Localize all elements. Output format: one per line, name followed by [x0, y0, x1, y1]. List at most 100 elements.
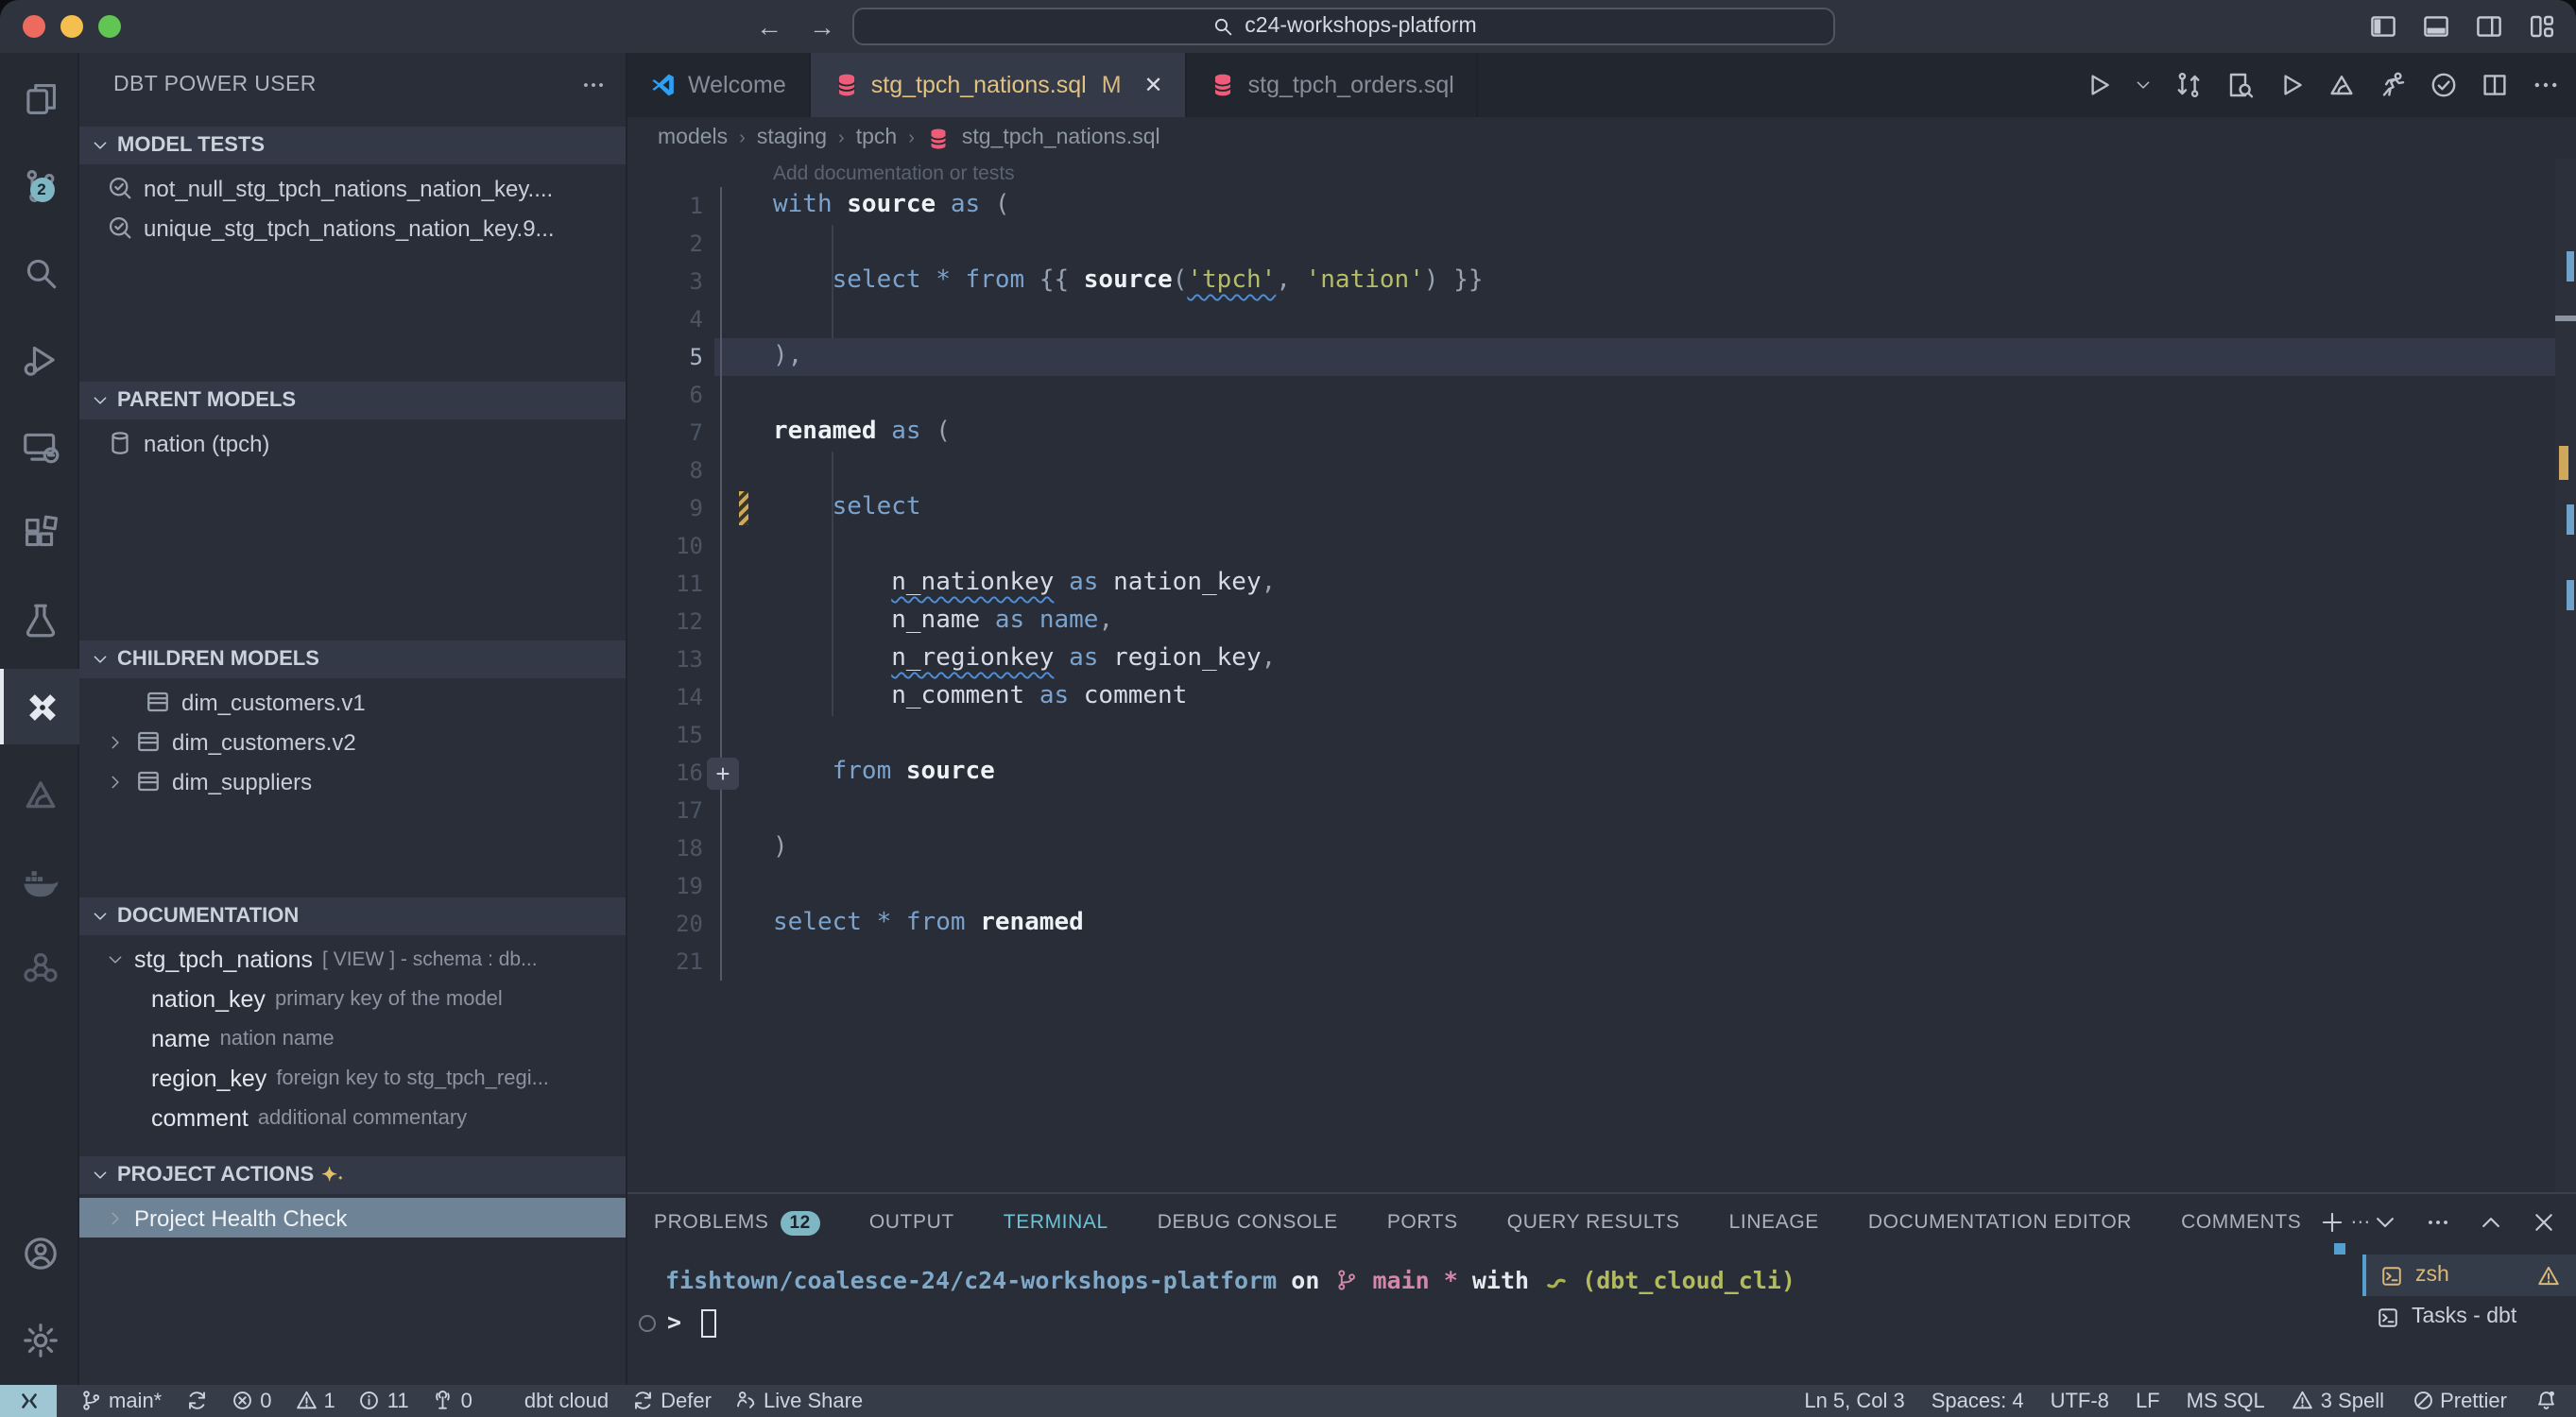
doc-field-row[interactable]: nation_keyprimary key of the model — [79, 979, 626, 1018]
code-line[interactable]: 1with source as ( — [627, 187, 2576, 225]
panel-drag-handle[interactable] — [2334, 1243, 2345, 1255]
code-line[interactable]: 2 — [627, 225, 2576, 263]
minimize-window-button[interactable] — [60, 15, 83, 38]
file-search-icon[interactable] — [2224, 70, 2255, 100]
chevron-down-icon[interactable] — [2372, 1209, 2398, 1236]
status-indentation[interactable]: Spaces: 4 — [1932, 1390, 2024, 1412]
code-line[interactable]: 20select * from renamed — [627, 905, 2576, 943]
panel-tab-ports[interactable]: PORTS — [1387, 1211, 1458, 1234]
sidebar-item-dim-customers-v1[interactable]: dim_customers.v1 — [79, 682, 626, 722]
sidebar-more-actions-icon[interactable] — [580, 72, 607, 98]
activity-item-project-manager[interactable] — [0, 930, 79, 1005]
sidebar-item-dim-suppliers[interactable]: dim_suppliers — [79, 761, 626, 801]
code-line[interactable]: 12 n_name as name, — [627, 603, 2576, 640]
split-editor-icon[interactable] — [2480, 70, 2510, 100]
terminal-prompt[interactable]: > — [665, 1304, 1795, 1341]
activity-item-source-control[interactable]: 2 — [0, 147, 79, 223]
zoom-window-button[interactable] — [98, 15, 121, 38]
ellipsis-icon[interactable] — [2425, 1209, 2451, 1236]
doc-field-row[interactable]: commentadditional commentary — [79, 1098, 626, 1137]
code-line[interactable]: 7renamed as ( — [627, 414, 2576, 452]
status-branch[interactable]: main* — [79, 1390, 162, 1413]
code-line[interactable]: 13 n_regionkey as region_key, — [627, 640, 2576, 678]
status-language-mode[interactable]: MS SQL — [2187, 1390, 2265, 1412]
status-defer[interactable]: Defer — [631, 1390, 712, 1413]
codelens-hint[interactable]: Add documentation or tests — [773, 162, 1015, 185]
section-header-model-tests[interactable]: MODEL TESTS — [79, 127, 626, 164]
activity-item-remote-explorer[interactable] — [0, 408, 79, 484]
panel-tab-lineage[interactable]: LINEAGE — [1729, 1211, 1819, 1234]
runner-icon[interactable] — [2378, 70, 2408, 100]
sidebar-item-dim-customers-v2[interactable]: dim_customers.v2 — [79, 722, 626, 761]
code-line[interactable]: 8 — [627, 452, 2576, 489]
status-errors[interactable]: 0 — [231, 1390, 271, 1413]
check-circle-icon[interactable] — [2429, 70, 2459, 100]
status-notifications[interactable] — [2533, 1390, 2557, 1413]
terminal-instance-tasks-dbt[interactable]: Tasks - dbt — [2362, 1296, 2576, 1338]
activity-item-docker[interactable] — [0, 843, 79, 918]
breadcrumb-item[interactable]: staging — [757, 127, 827, 149]
code-line[interactable]: 10 — [627, 527, 2576, 565]
layout-secondary-sidebar-icon[interactable] — [2474, 11, 2504, 42]
tab-welcome[interactable]: Welcome — [627, 53, 811, 117]
status-live-share[interactable]: Live Share — [734, 1390, 863, 1413]
activity-item-beaker[interactable] — [0, 582, 79, 657]
compare-icon[interactable] — [2173, 70, 2204, 100]
command-center-search[interactable]: c24-workshops-platform — [852, 8, 1835, 45]
forward-button[interactable]: → — [809, 11, 835, 42]
panel-tab-debug-console[interactable]: DEBUG CONSOLE — [1158, 1211, 1338, 1234]
status-dbt-cloud[interactable]: dbt cloud — [495, 1390, 609, 1413]
doc-model-row[interactable]: stg_tpch_nations[ VIEW ] - schema : db..… — [79, 939, 626, 979]
terminal-output[interactable]: fishtown/coalesce-24/c24-workshops-platf… — [665, 1262, 1795, 1341]
remote-indicator[interactable] — [0, 1385, 57, 1417]
status-prettier[interactable]: Prettier — [2411, 1390, 2507, 1413]
code-line[interactable]: 16 from source — [627, 754, 2576, 792]
close-icon[interactable] — [2531, 1209, 2557, 1236]
status-sync[interactable] — [184, 1390, 208, 1413]
activity-item-dbt[interactable] — [0, 756, 79, 831]
terminal-instance-zsh[interactable]: zsh — [2362, 1255, 2576, 1296]
layout-sidebar-icon[interactable] — [2368, 11, 2398, 42]
breadcrumb-item[interactable]: tpch — [856, 127, 898, 149]
overview-ruler[interactable] — [2555, 159, 2576, 1192]
play-icon[interactable] — [2275, 70, 2306, 100]
sidebar-item-unique-stg-tpch-nations-nation[interactable]: unique_stg_tpch_nations_nation_key.9... — [79, 208, 626, 248]
code-editor[interactable]: Add documentation or tests 1with source … — [627, 159, 2576, 1192]
add-line-button[interactable]: + — [707, 757, 739, 789]
code-line[interactable]: 5), — [627, 338, 2576, 376]
panel-tab-query-results[interactable]: QUERY RESULTS — [1507, 1211, 1680, 1234]
back-button[interactable]: ← — [756, 11, 782, 42]
customize-layout-icon[interactable] — [2527, 11, 2557, 42]
tab-stg-tpch-nations-sql[interactable]: stg_tpch_nations.sqlM✕ — [811, 53, 1188, 117]
layout-panel-icon[interactable] — [2421, 11, 2451, 42]
status-eol[interactable]: LF — [2136, 1390, 2160, 1412]
activity-item-extensions[interactable] — [0, 495, 79, 571]
doc-field-row[interactable]: region_keyforeign key to stg_tpch_regi..… — [79, 1058, 626, 1098]
chevron-up-icon[interactable] — [2478, 1209, 2504, 1236]
breadcrumb[interactable]: models›staging›tpch›stg_tpch_nations.sql — [627, 117, 2576, 159]
code-line[interactable]: 11 n_nationkey as nation_key, — [627, 565, 2576, 603]
section-header-project-actions[interactable]: PROJECT ACTIONS✦˖ — [79, 1156, 626, 1194]
breadcrumb-item[interactable]: stg_tpch_nations.sql — [962, 127, 1160, 149]
dbt-run-icon[interactable] — [2327, 70, 2357, 100]
activity-item-run-debug[interactable] — [0, 321, 79, 397]
play-icon[interactable] — [2083, 70, 2113, 100]
code-line[interactable]: 3 select * from {{ source('tpch', 'natio… — [627, 263, 2576, 300]
status-warnings[interactable]: 1 — [295, 1390, 335, 1413]
code-line[interactable]: 19 — [627, 867, 2576, 905]
sidebar-item-project-health-check[interactable]: Project Health Check — [79, 1198, 626, 1238]
panel-tab-comments[interactable]: COMMENTS — [2181, 1211, 2301, 1234]
sidebar-item-not-null-stg-tpch-nations-nati[interactable]: not_null_stg_tpch_nations_nation_key.... — [79, 168, 626, 208]
panel-tab-terminal[interactable]: TERMINAL — [1004, 1211, 1108, 1234]
status-spell[interactable]: 3 Spell — [2292, 1390, 2384, 1413]
close-window-button[interactable] — [23, 15, 45, 38]
code-line[interactable]: 14 n_comment as comment — [627, 678, 2576, 716]
activity-item-account[interactable] — [0, 1215, 79, 1290]
breadcrumb-item[interactable]: models — [658, 127, 728, 149]
status-ports[interactable]: 0 — [432, 1390, 472, 1413]
code-line[interactable]: 17 — [627, 792, 2576, 829]
code-line[interactable]: 4 — [627, 300, 2576, 338]
activity-item-dbt-power-user[interactable] — [0, 669, 79, 744]
chevron-down-icon[interactable] — [2134, 76, 2153, 94]
panel-tab-problems[interactable]: PROBLEMS12 — [654, 1210, 820, 1235]
